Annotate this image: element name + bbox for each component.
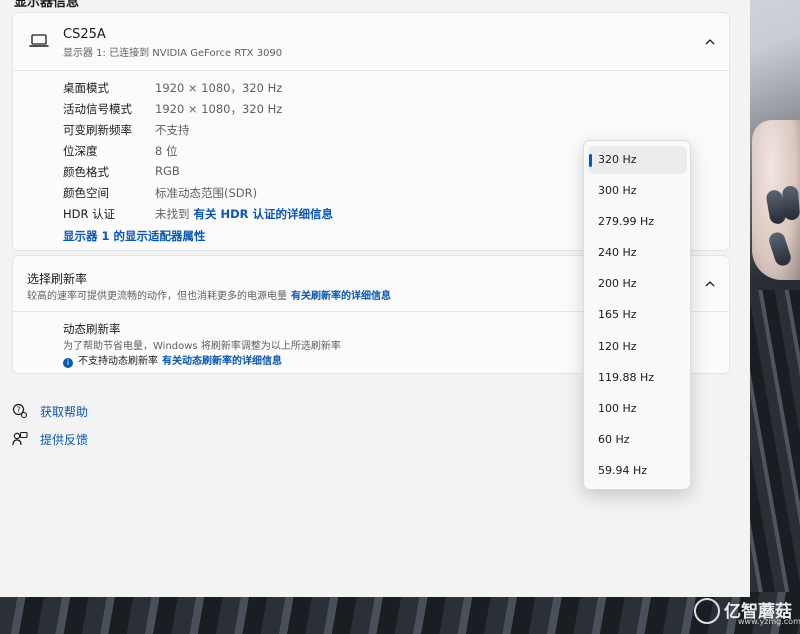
dynamic-refresh-note: i 不支持动态刷新率 有关动态刷新率的详细信息 [63, 352, 282, 368]
refresh-option-100[interactable]: 100 Hz [588, 395, 687, 423]
help-icon: ? [12, 403, 28, 419]
adapter-properties-link[interactable]: 显示器 1 的显示适配器属性 [63, 228, 206, 244]
dynamic-refresh-info-link[interactable]: 有关动态刷新率的详细信息 [162, 356, 282, 367]
refresh-option-119-88[interactable]: 119.88 Hz [588, 364, 687, 392]
refresh-option-120[interactable]: 120 Hz [588, 333, 687, 361]
svg-text:?: ? [17, 405, 21, 414]
dynamic-refresh-description: 为了帮助节省电量，Windows 将刷新率调整为以上所选刷新率 [63, 341, 341, 352]
refresh-option-320[interactable]: 320 Hz [588, 146, 687, 174]
chevron-up-icon[interactable] [703, 35, 717, 49]
dynamic-refresh-title: 动态刷新率 [63, 322, 121, 336]
laptop-icon [29, 34, 49, 47]
refresh-option-279-99[interactable]: 279.99 Hz [588, 208, 687, 236]
display-name: CS25A [63, 27, 106, 42]
refresh-option-300[interactable]: 300 Hz [588, 177, 687, 205]
refresh-option-59-94[interactable]: 59.94 Hz [588, 457, 687, 485]
chevron-up-icon[interactable] [703, 277, 717, 291]
refresh-rate-info-link[interactable]: 有关刷新率的详细信息 [291, 291, 391, 302]
watermark: 亿智蘑菇 www.yzmg.com [694, 596, 800, 628]
info-icon: i [63, 358, 73, 368]
display-subtitle: 显示器 1: 已连接到 NVIDIA GeForce RTX 3090 [63, 48, 283, 59]
refresh-rate-dropdown[interactable]: 320 Hz 300 Hz 279.99 Hz 240 Hz 200 Hz 16… [583, 140, 691, 490]
refresh-option-60[interactable]: 60 Hz [588, 426, 687, 454]
display-header[interactable]: CS25A 显示器 1: 已连接到 NVIDIA GeForce RTX 309… [13, 13, 729, 71]
feedback-icon [12, 431, 28, 446]
section-title: 显示器信息 [14, 0, 80, 10]
refresh-rate-description: 较高的速率可提供更流畅的动作，但也消耗更多的电源电量 有关刷新率的详细信息 [27, 291, 391, 302]
refresh-option-165[interactable]: 165 Hz [588, 301, 687, 329]
refresh-option-200[interactable]: 200 Hz [588, 270, 687, 298]
refresh-option-240[interactable]: 240 Hz [588, 239, 687, 267]
mushroom-logo-icon [694, 598, 720, 624]
hdr-info-link[interactable]: 有关 HDR 认证的详细信息 [194, 207, 334, 221]
refresh-rate-title: 选择刷新率 [27, 272, 88, 286]
watermark-url: www.yzmg.com [738, 617, 800, 626]
